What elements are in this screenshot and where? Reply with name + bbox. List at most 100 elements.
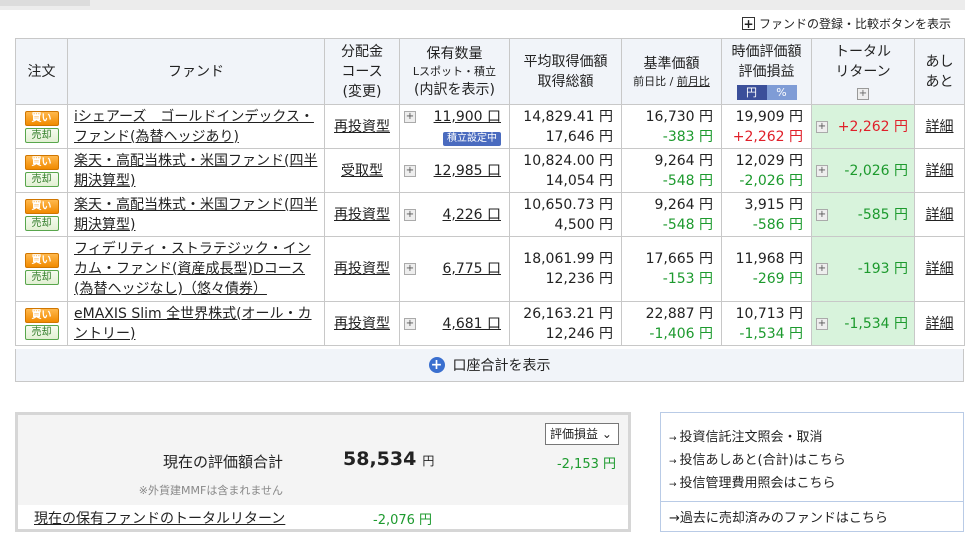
fund-name-link[interactable]: eMAXIS Slim 全世界株式(オール・カントリー) <box>74 306 312 342</box>
dist-course-link[interactable]: 再投資型 <box>334 207 390 223</box>
link-sold-funds[interactable]: →過去に売却済みのファンドはこちら <box>669 508 888 530</box>
qty-cell: +4,681 口 <box>399 301 510 346</box>
valuation-select[interactable]: 評価損益 ⌄ <box>545 423 619 445</box>
qty-link[interactable]: 6,775 口 <box>442 259 501 279</box>
avg-cell: 14,829.41 円 17,646 円 <box>509 104 622 149</box>
fund-cell: 楽天・高配当株式・米国ファンド(四半期決算型) <box>67 192 325 237</box>
valuation-amount: 58,534 円 <box>343 448 435 470</box>
account-total-toggle[interactable]: + 口座合計を表示 <box>15 349 964 382</box>
table-row: 買い 売却 iシェアーズ ゴールドインデックス・ファンド(為替ヘッジあり) 再投… <box>15 104 965 149</box>
qty-link[interactable]: 12,985 口 <box>434 161 501 181</box>
total-return-link[interactable]: 現在の保有ファンドのトータルリターン <box>34 508 285 528</box>
total-return-row: 現在の保有ファンドのトータルリターン -2,076 円 <box>18 507 628 529</box>
table-header-row: 注文 ファンド 分配金 コース (変更) 保有数量 Lスポット・積立 (内訳を表示)… <box>15 38 965 105</box>
fund-cell: フィデリティ・ストラテジック・インカム・ファンド(資産成長型)Dコース(為替ヘッ… <box>67 236 325 302</box>
expand-total-row-icon[interactable]: + <box>816 120 828 133</box>
fund-name-link[interactable]: 楽天・高配当株式・米国ファンド(四半期決算型) <box>74 197 317 233</box>
expand-qty-icon[interactable]: + <box>404 208 416 221</box>
dist-course-link[interactable]: 受取型 <box>341 163 383 179</box>
col-fund: ファンド <box>67 38 325 105</box>
fund-name-link[interactable]: iシェアーズ ゴールドインデックス・ファンド(為替ヘッジあり) <box>74 109 314 145</box>
eval-pct-toggle[interactable]: % <box>766 84 797 100</box>
expand-qty-icon[interactable]: + <box>404 110 416 123</box>
fund-name-link[interactable]: 楽天・高配当株式・米国ファンド(四半期決算型) <box>74 153 317 189</box>
sell-button[interactable]: 売却 <box>24 127 59 143</box>
sell-button[interactable]: 売却 <box>24 215 59 231</box>
order-cell: 買い 売却 <box>15 104 68 149</box>
account-total-label: 口座合計を表示 <box>452 358 551 374</box>
table-row: 買い 売却 フィデリティ・ストラテジック・インカム・ファンド(資産成長型)Dコー… <box>15 236 965 302</box>
detail-link[interactable]: 詳細 <box>926 163 954 179</box>
buy-button[interactable]: 買い <box>24 198 59 214</box>
qty-link[interactable]: 4,681 口 <box>442 314 501 334</box>
order-cell: 買い 売却 <box>15 236 68 302</box>
dist-cell: 再投資型 <box>324 192 400 237</box>
expand-qty-icon[interactable]: + <box>404 164 416 177</box>
compare-toggle-link[interactable]: + ファンドの登録・比較ボタンを表示 <box>741 15 951 32</box>
base-cell: 9,264 円 -548 円 <box>621 192 722 237</box>
base-cell: 16,730 円 -383 円 <box>621 104 722 149</box>
link-fee-inquiry[interactable]: → 投信管理費用照会はこちら <box>669 473 846 496</box>
fund-name-link[interactable]: フィデリティ・ストラテジック・インカム・ファンド(資産成長型)Dコース(為替ヘッ… <box>74 241 311 297</box>
plus-circle-icon: + <box>428 357 445 373</box>
col-qty: 保有数量 Lスポット・積立 (内訳を表示) <box>399 38 510 105</box>
total-return-cell: + -585 円 <box>811 192 915 237</box>
sell-button[interactable]: 売却 <box>24 324 59 340</box>
dist-cell: 再投資型 <box>324 104 400 149</box>
expand-total-row-icon[interactable]: + <box>816 164 828 177</box>
eval-yen-toggle[interactable]: 円 <box>736 84 767 100</box>
hist-cell: 詳細 <box>914 148 965 193</box>
valuation-gain: -2,153 円 <box>556 457 616 472</box>
qty-breakdown-link[interactable]: (内訳を表示) <box>414 82 495 98</box>
qty-link[interactable]: 11,900 口 <box>434 107 501 127</box>
hist-cell: 詳細 <box>914 236 965 302</box>
qty-cell: +4,226 口 <box>399 192 510 237</box>
dist-course-link[interactable]: 再投資型 <box>334 316 390 332</box>
arrow-right-icon: → <box>669 511 680 526</box>
qty-cell: +12,985 口 <box>399 148 510 193</box>
sort-month-link[interactable]: 前月比 <box>677 75 710 88</box>
expand-total-row-icon[interactable]: + <box>816 208 828 221</box>
expand-qty-icon[interactable]: + <box>404 263 416 275</box>
order-cell: 買い 売却 <box>15 148 68 193</box>
expand-total-row-icon[interactable]: + <box>816 263 828 275</box>
order-cell: 買い 売却 <box>15 301 68 346</box>
expand-total-icon[interactable]: + <box>857 87 869 100</box>
col-hist: あし あと <box>914 38 965 105</box>
detail-link[interactable]: 詳細 <box>926 316 954 332</box>
detail-link[interactable]: 詳細 <box>926 207 954 223</box>
dist-course-link[interactable]: 再投資型 <box>334 261 390 277</box>
arrow-right-icon: → <box>669 457 677 467</box>
expand-qty-icon[interactable]: + <box>404 317 416 330</box>
buy-button[interactable]: 買い <box>24 253 59 268</box>
link-footprint[interactable]: → 投信あしあと(合計)はこちら <box>669 450 846 473</box>
dist-cell: 再投資型 <box>324 301 400 346</box>
avg-cell: 10,650.73 円 4,500 円 <box>509 192 622 237</box>
sell-button[interactable]: 売却 <box>24 171 59 187</box>
valuation-label: 現在の評価額合計 <box>162 453 283 471</box>
link-order-inquiry[interactable]: → 投資信託注文照会・取消 <box>669 427 846 450</box>
tsumitate-badge: 積立設定中 <box>443 131 501 146</box>
compare-toggle-label: ファンドの登録・比較ボタンを表示 <box>758 17 951 31</box>
avg-cell: 10,824.00 円 14,054 円 <box>509 148 622 193</box>
buy-button[interactable]: 買い <box>24 154 59 170</box>
arrow-right-icon: → <box>669 434 677 444</box>
eval-cell: 11,968 円 -269 円 <box>721 236 812 302</box>
avg-cell: 26,163.21 円 12,246 円 <box>509 301 622 346</box>
sort-day-link[interactable]: 前日比 <box>633 75 666 88</box>
sell-button[interactable]: 売却 <box>24 270 59 285</box>
detail-link[interactable]: 詳細 <box>926 119 954 135</box>
buy-button[interactable]: 買い <box>24 307 59 323</box>
total-return-cell: + -2,026 円 <box>811 148 915 193</box>
holdings-table: 注文 ファンド 分配金 コース (変更) 保有数量 Lスポット・積立 (内訳を表示)… <box>15 38 965 346</box>
dist-course-link[interactable]: 再投資型 <box>334 119 390 135</box>
buy-button[interactable]: 買い <box>24 110 59 126</box>
base-cell: 9,264 円 -548 円 <box>621 148 722 193</box>
qty-cell: +6,775 口 <box>399 236 510 302</box>
qty-link[interactable]: 4,226 口 <box>442 205 501 225</box>
expand-total-row-icon[interactable]: + <box>816 317 828 330</box>
plus-square-icon: + <box>741 16 755 31</box>
detail-link[interactable]: 詳細 <box>926 261 954 277</box>
table-row: 買い 売却 楽天・高配当株式・米国ファンド(四半期決算型) 受取型 +12,98… <box>15 148 965 193</box>
top-bar <box>0 0 965 10</box>
